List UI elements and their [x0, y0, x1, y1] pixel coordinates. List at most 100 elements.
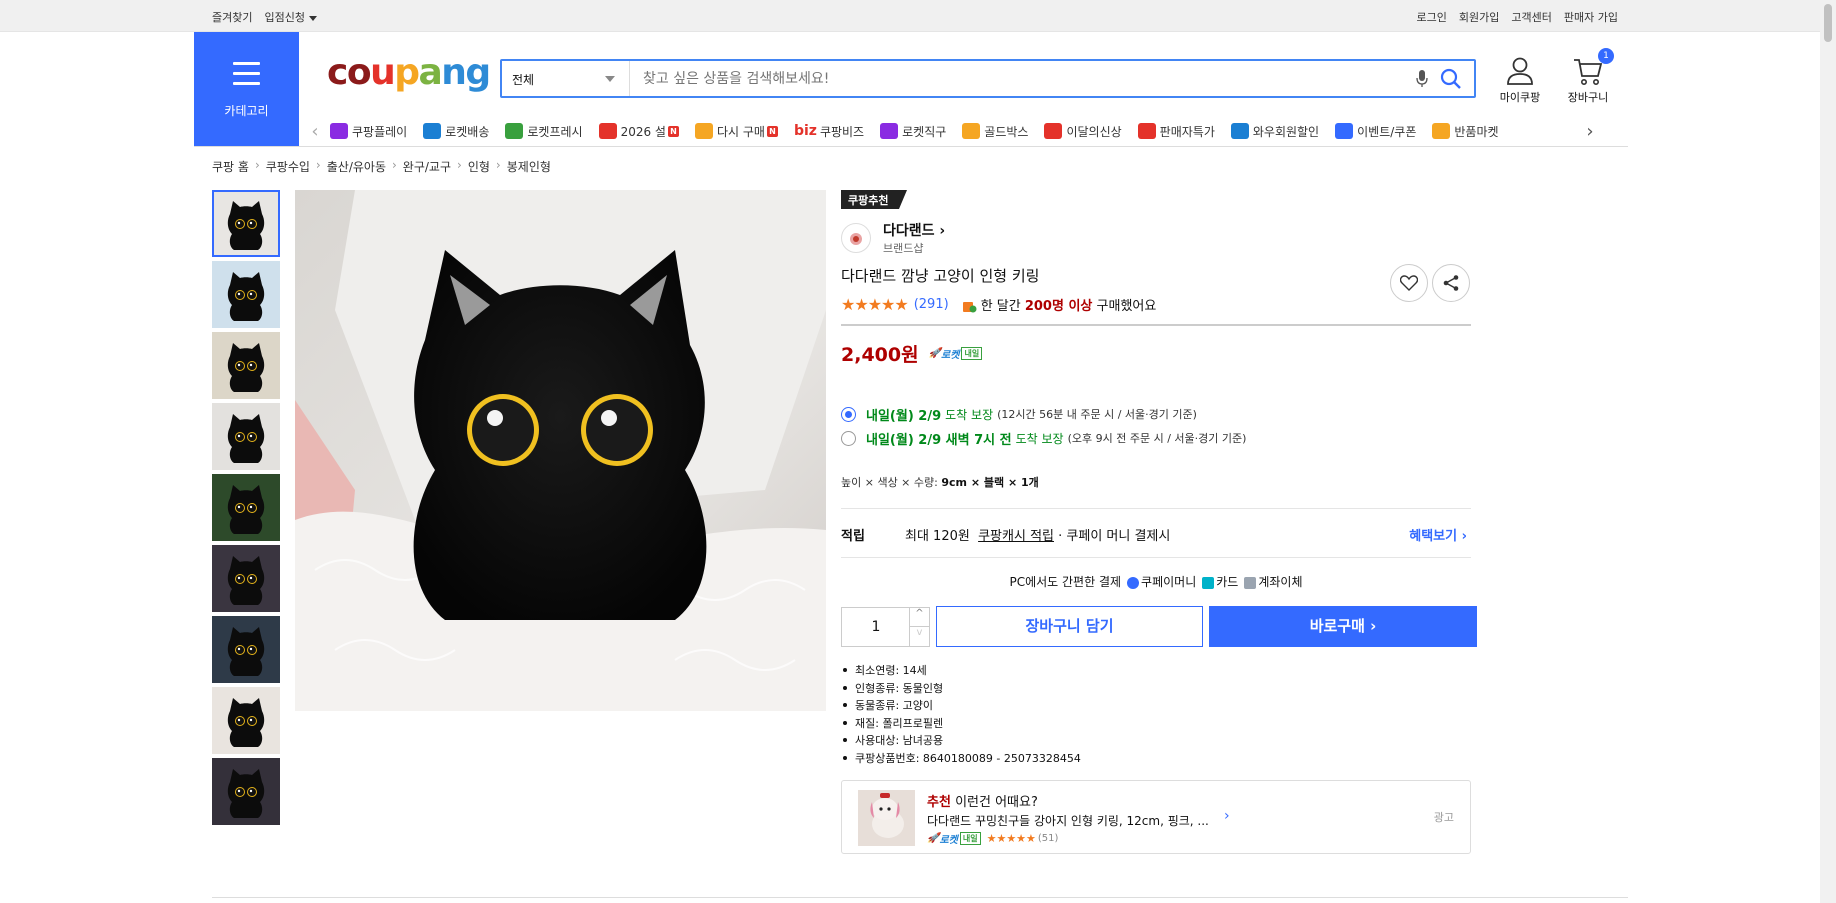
payment-method-icon: [1127, 576, 1140, 589]
recommend-box[interactable]: 추천 이런건 어때요? 다다랜드 꾸밍친구들 강아지 인형 키링, 12cm, …: [841, 780, 1471, 854]
delivery-option[interactable]: 내일(월) 2/9 새벽 7시 전 도착 보장 (오후 9시 전 주문 시 / 서울…: [841, 426, 1246, 450]
delivery-note: (12시간 56분 내 주문 시 / 서울·경기 기준): [997, 408, 1197, 421]
nav-item-label: 이벤트/쿠폰: [1357, 124, 1417, 139]
nav-prev-icon[interactable]: ‹: [300, 121, 330, 142]
quantity-down-icon[interactable]: v: [909, 627, 929, 646]
ad-label: 광고: [1433, 811, 1454, 824]
coupang-cash-link[interactable]: 쿠팡캐시 적립: [978, 525, 1054, 544]
cart-button[interactable]: 1 장바구니: [1560, 48, 1616, 105]
product-thumbnail[interactable]: [212, 616, 280, 683]
signup-link[interactable]: 회원가입: [1459, 9, 1499, 25]
nav-item-label: 2026 설: [620, 124, 666, 139]
rating-stars: ★★★★★: [841, 295, 909, 314]
monthly-buyers-post: 구매했어요: [1096, 299, 1157, 314]
delivery-option[interactable]: 내일(월) 2/9 도착 보장 (12시간 56분 내 주문 시 / 서울·경기 기…: [841, 402, 1246, 426]
search-icon[interactable]: [1440, 68, 1462, 90]
buy-now-label: 바로구매: [1309, 617, 1365, 635]
mycoupang-button[interactable]: 마이쿠팡: [1495, 56, 1545, 105]
category-menu-button[interactable]: 카테고리: [194, 32, 299, 146]
nav-item[interactable]: 쿠팡플레이: [330, 123, 407, 140]
breadcrumb-item[interactable]: 완구/교구: [403, 158, 451, 175]
thumbnail-list: [212, 190, 280, 829]
coupang-logo[interactable]: coupang: [327, 52, 491, 93]
nav-item[interactable]: 로켓직구: [880, 123, 946, 140]
rocket-icon: 🚀: [928, 348, 942, 359]
breadcrumb-item[interactable]: 봉제인형: [507, 158, 551, 175]
recommend-meta: 🚀 로켓 내일 ★★★★★ (51): [927, 831, 1058, 846]
quantity-value[interactable]: 1: [842, 619, 910, 635]
nav-item[interactable]: 이달의신상: [1044, 123, 1122, 140]
nav-item[interactable]: 이벤트/쿠폰: [1335, 123, 1416, 140]
hamburger-icon: [233, 62, 260, 92]
nav-item-icon: [423, 123, 442, 139]
search-category-value: 전체: [512, 73, 535, 87]
nav-next-icon[interactable]: ›: [1575, 121, 1605, 142]
benefits-link[interactable]: 혜택보기 ›: [1409, 525, 1467, 544]
nav-item[interactable]: 판매자특가: [1137, 123, 1215, 140]
nav-item[interactable]: 반품마켓: [1432, 123, 1499, 140]
microphone-icon[interactable]: [1416, 69, 1428, 88]
chevron-right-icon[interactable]: ›: [1224, 808, 1230, 824]
add-to-cart-button[interactable]: 장바구니 담기: [936, 606, 1203, 647]
customer-center-link[interactable]: 고객센터: [1511, 9, 1551, 25]
nav-item-icon: [505, 123, 524, 139]
nav-item-label: 다시 구매: [716, 124, 765, 139]
breadcrumb-item[interactable]: 인형: [468, 158, 490, 175]
payment-method-label: 카드: [1216, 575, 1239, 589]
breadcrumb-item[interactable]: 쿠팡수입: [266, 158, 310, 175]
seller-signup-link[interactable]: 판매자 가입: [1564, 9, 1618, 25]
scrollbar-thumb[interactable]: [1824, 4, 1832, 42]
chevron-right-icon: ›: [939, 223, 946, 239]
delivery-note: (오후 9시 전 주문 시 / 서울·경기 기준): [1067, 432, 1247, 445]
payment-method-label: 쿠페이머니: [1141, 575, 1197, 589]
quantity-up-icon[interactable]: ^: [909, 608, 929, 627]
wishlist-button[interactable]: [1390, 264, 1428, 302]
product-thumbnail[interactable]: [212, 758, 280, 825]
option-value: 9cm × 블랙 × 1개: [941, 476, 1039, 489]
product-thumbnail[interactable]: [212, 545, 280, 612]
product-thumbnail[interactable]: [212, 190, 280, 257]
search-input[interactable]: [639, 61, 1399, 96]
brand-shop-link[interactable]: 다다랜드 › 브랜드샵: [841, 220, 945, 256]
recommend-product-title[interactable]: 다다랜드 꾸밍친구들 강아지 인형 키링, 12cm, 핑크, ...: [927, 812, 1209, 829]
nav-item[interactable]: 와우회원할인: [1230, 123, 1319, 140]
nav-item[interactable]: 2026 설N: [598, 123, 679, 140]
product-thumbnail[interactable]: [212, 687, 280, 754]
nav-item[interactable]: 골드박스: [962, 123, 1028, 140]
breadcrumb-item[interactable]: 출산/유아동: [327, 158, 386, 175]
buy-now-button[interactable]: 바로구매 ›: [1209, 606, 1477, 647]
login-link[interactable]: 로그인: [1417, 9, 1447, 25]
main-product-image: [295, 190, 826, 711]
vendor-apply-link[interactable]: 입점신청: [264, 9, 317, 25]
divider: [841, 557, 1471, 558]
option-label: 높이 × 색상 × 수량:: [841, 476, 938, 489]
nav-item-label: 로켓프레시: [527, 124, 583, 139]
product-thumbnail[interactable]: [212, 332, 280, 399]
points-label: 적립: [841, 529, 865, 544]
product-thumbnail[interactable]: [212, 474, 280, 541]
radio-button[interactable]: [841, 406, 856, 422]
search-category-select[interactable]: 전체: [502, 61, 630, 96]
new-badge: N: [766, 125, 778, 137]
quantity-stepper[interactable]: 1 ^ v: [841, 607, 930, 647]
share-icon: [1443, 275, 1459, 291]
nav-item[interactable]: biz 쿠팡비즈: [794, 123, 864, 140]
attribute-item: 인형종류: 동물인형: [841, 680, 1081, 698]
nav-item[interactable]: 로켓프레시: [505, 123, 583, 140]
product-thumbnail[interactable]: [212, 261, 280, 328]
product-thumbnail[interactable]: [212, 403, 280, 470]
scrollbar[interactable]: [1820, 0, 1836, 903]
points-row: 적립 최대 120원 쿠팡캐시 적립 · 쿠페이 머니 결제시 혜택보기 ›: [841, 525, 1471, 544]
breadcrumb-item[interactable]: 쿠팡 홈: [212, 158, 249, 175]
points-max: 최대 120원: [905, 529, 970, 544]
review-count-link[interactable]: (291): [914, 297, 949, 312]
nav-item[interactable]: 로켓배송: [423, 123, 489, 140]
nav-item[interactable]: 다시 구매 N: [694, 123, 778, 140]
nav-item-label: 반품마켓: [1454, 124, 1499, 139]
breadcrumb: 쿠팡 홈 › 쿠팡수입 › 출산/유아동 › 완구/교구 › 인형 › 봉제인형: [212, 158, 551, 175]
share-button[interactable]: [1432, 264, 1470, 302]
delivery-options: 내일(월) 2/9 도착 보장 (12시간 56분 내 주문 시 / 서울·경기 기…: [841, 402, 1246, 450]
delivery-date: 내일(월) 2/9 새벽 7시 전: [866, 432, 1012, 448]
bookmark-link[interactable]: 즐겨찾기: [212, 9, 252, 25]
radio-button[interactable]: [841, 430, 856, 446]
